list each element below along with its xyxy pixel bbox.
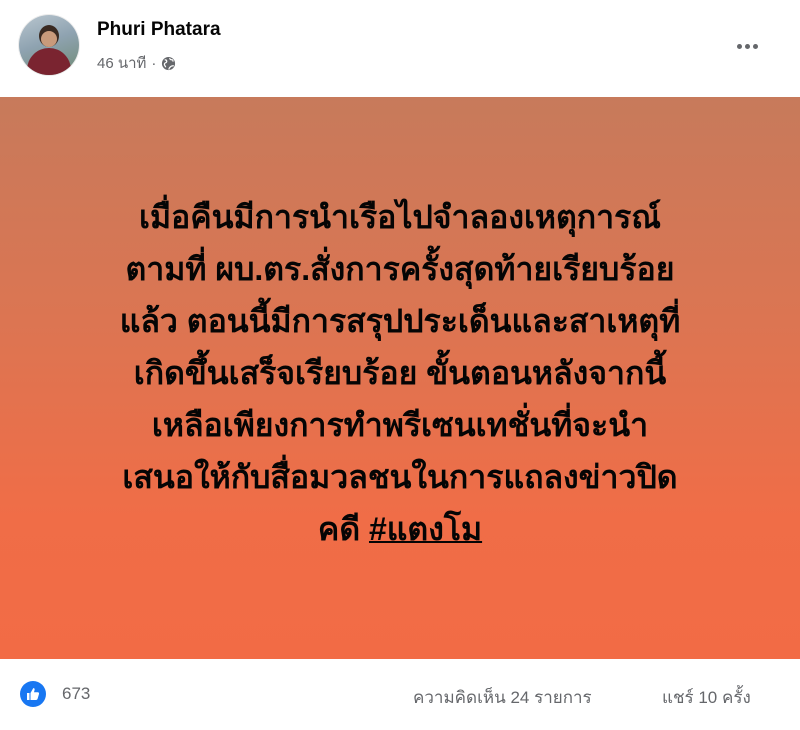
post-time[interactable]: 46 นาที [97,51,146,75]
more-options-button[interactable] [725,28,769,64]
post-text-line: ตามที่ ผบ.ตร.สั่งการครั้งสุดท้ายเรียบร้อ… [125,251,675,287]
post-text-line: เกิดขึ้นเสร็จเรียบร้อย ขั้นตอนหลังจากนี้ [133,355,667,391]
post-meta: 46 นาที · [97,51,176,75]
more-dots-icon [736,43,758,49]
avatar-face [41,31,57,47]
avatar-body [27,48,71,75]
post-background: เมื่อคืนมีการนำเรือไปจำลองเหตุการณ์ ตามท… [0,97,800,659]
post-text-line: เมื่อคืนมีการนำเรือไปจำลองเหตุการณ์ [139,199,661,235]
avatar[interactable] [19,15,79,75]
post-text-line: เสนอให้กับสื่อมวลชนในการแถลงข่าวปิด [122,459,678,495]
meta-separator: · [151,54,157,72]
post-text-last-line: คดี #แตงโม [30,503,770,555]
thumbs-up-icon [27,688,40,700]
post-text-line: เหลือเพียงการทำพรีเซนเทชั่นที่จะนำ [151,407,649,443]
post-text: เมื่อคืนมีการนำเรือไปจำลองเหตุการณ์ ตามท… [30,191,770,555]
like-count[interactable]: 673 [62,684,90,704]
comments-count-link[interactable]: ความคิดเห็น 24 รายการ [413,684,592,711]
globe-icon [162,56,176,70]
post-text-line: แล้ว ตอนนี้มีการสรุปประเด็นและสาเหตุที่ [119,303,681,339]
hashtag-link[interactable]: #แตงโม [369,511,482,547]
shares-count-link[interactable]: แชร์ 10 ครั้ง [662,684,751,711]
post-header: Phuri Phatara 46 นาที · [0,0,800,97]
post-footer: 673 ความคิดเห็น 24 รายการ แชร์ 10 ครั้ง [0,659,800,730]
post-text-line: คดี [317,511,369,547]
author-name[interactable]: Phuri Phatara [97,19,221,41]
like-icon[interactable] [20,681,46,707]
